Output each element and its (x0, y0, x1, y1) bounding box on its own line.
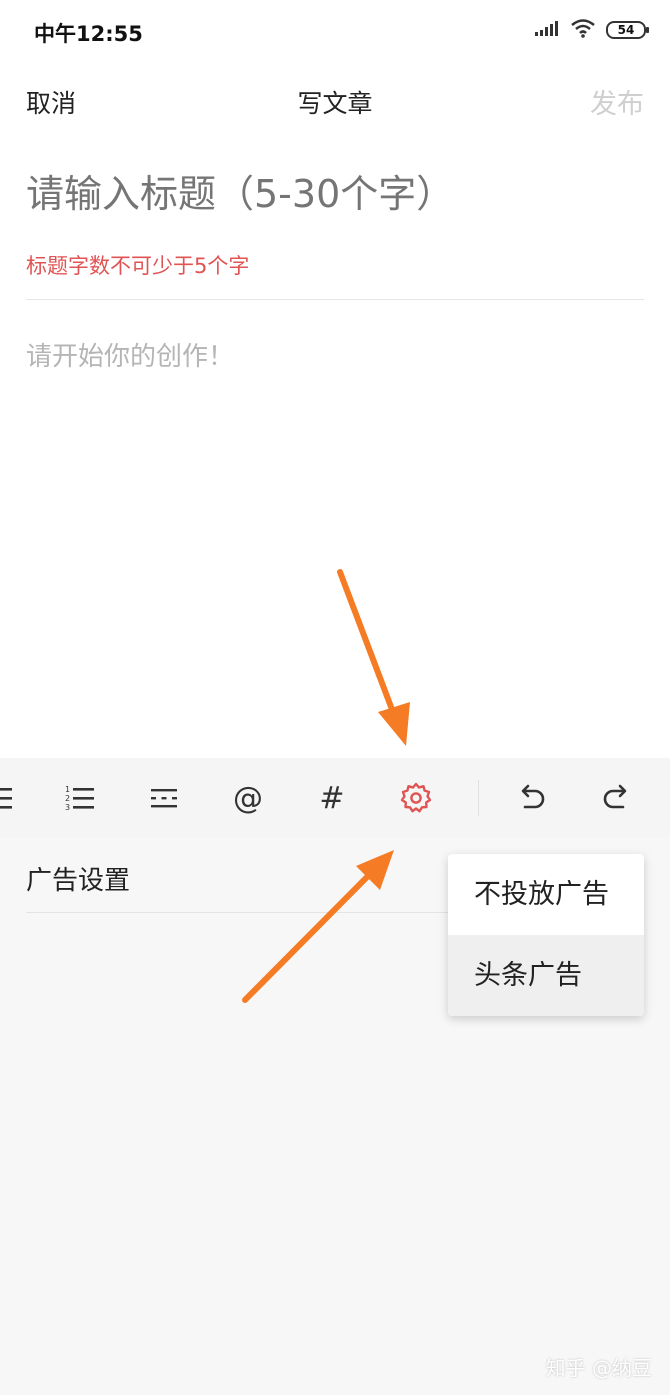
align-icon[interactable] (0, 774, 22, 822)
status-time: 中午12:55 (34, 22, 143, 46)
svg-text:1: 1 (65, 785, 70, 794)
nav-bar: 取消 写文章 发布 (0, 62, 670, 136)
title-divider (26, 299, 644, 300)
menu-item-toutiao-ads[interactable]: 头条广告 (448, 935, 644, 1016)
svg-text:2: 2 (65, 794, 70, 803)
hashtag-icon: # (319, 780, 345, 816)
title-input[interactable] (26, 172, 644, 216)
wifi-icon (570, 18, 596, 42)
signal-icon (534, 19, 560, 41)
page-title: 写文章 (297, 89, 373, 118)
arrow-down-annotation (337, 569, 410, 746)
title-error-message: 标题字数不可少于5个字 (26, 254, 250, 278)
svg-text:3: 3 (65, 803, 70, 812)
hashtag-button[interactable]: # (308, 774, 356, 822)
content-input[interactable]: 请开始你的创作！ (26, 336, 234, 373)
mention-button[interactable]: @ (224, 774, 272, 822)
status-icons: 54 (534, 18, 649, 42)
menu-item-no-ads[interactable]: 不投放广告 (448, 854, 644, 935)
status-bar: 中午12:55 54 (0, 0, 670, 62)
toolbar-separator (478, 780, 479, 816)
editor-toolbar: 1 2 3 @ # (0, 758, 670, 838)
divider-icon[interactable] (140, 774, 188, 822)
ad-options-menu: 不投放广告 头条广告 (448, 854, 644, 1016)
redo-icon[interactable] (592, 774, 640, 822)
settings-icon[interactable] (392, 774, 440, 822)
undo-icon[interactable] (508, 774, 556, 822)
ad-settings-label[interactable]: 广告设置 (26, 860, 130, 897)
ordered-list-icon[interactable]: 1 2 3 (56, 774, 104, 822)
watermark: 知乎 @纳豆 (545, 1356, 652, 1380)
publish-button[interactable]: 发布 (590, 82, 644, 121)
mention-icon: @ (233, 780, 263, 816)
battery-icon: 54 (606, 21, 649, 39)
